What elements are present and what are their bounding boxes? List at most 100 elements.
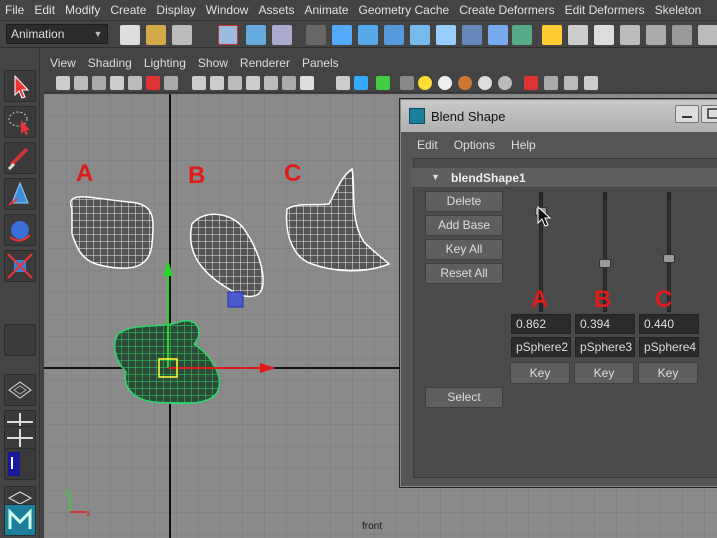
camera-icon[interactable] <box>56 76 70 90</box>
text-overlay-icon[interactable] <box>300 76 314 90</box>
snap-plane-icon[interactable] <box>410 25 430 45</box>
save-scene-icon[interactable] <box>172 25 192 45</box>
menu-set-select[interactable]: Animation ▼ <box>6 24 108 44</box>
window-menu-edit[interactable]: Edit <box>409 136 446 154</box>
rotate-tool-icon[interactable] <box>4 214 36 246</box>
graph-editor-layout-icon[interactable] <box>4 448 36 480</box>
construction-icon[interactable] <box>488 25 508 45</box>
snap-curve-icon[interactable] <box>358 25 378 45</box>
blend-shape-window[interactable]: Blend Shape Edit Options Help ▼ blendSha… <box>400 99 717 487</box>
panel-menu-panels[interactable]: Panels <box>296 56 345 70</box>
last-tool-icon[interactable] <box>4 324 36 356</box>
weight-value-field-c[interactable]: 0.440 <box>639 314 699 334</box>
menu-edit[interactable]: Edit <box>29 0 60 20</box>
shadows-icon[interactable] <box>282 76 296 90</box>
hypershade-icon[interactable] <box>672 25 692 45</box>
camera-gate-icon[interactable] <box>544 76 558 90</box>
image-plane-icon[interactable] <box>110 76 124 90</box>
target-name-field-a[interactable]: pSphere2 <box>511 337 571 357</box>
lasso-tool-icon[interactable] <box>4 106 36 138</box>
anti-alias-icon[interactable] <box>478 76 492 90</box>
isolate-select-icon[interactable] <box>336 76 350 90</box>
scale-tool-icon[interactable] <box>4 250 36 282</box>
target-name-field-c[interactable]: pSphere4 <box>639 337 699 357</box>
checker-icon[interactable] <box>400 76 414 90</box>
lock-selection-icon[interactable] <box>306 25 326 45</box>
wireframe-icon[interactable] <box>192 76 206 90</box>
select-tool-icon[interactable] <box>4 70 36 102</box>
lock-icon[interactable] <box>542 25 562 45</box>
select-hierarchy-icon[interactable] <box>218 25 238 45</box>
new-scene-icon[interactable] <box>120 25 140 45</box>
gate-mask-icon[interactable] <box>584 76 598 90</box>
depth-of-field-icon[interactable] <box>498 76 512 90</box>
window-titlebar[interactable]: Blend Shape <box>401 100 717 132</box>
menu-assets[interactable]: Assets <box>253 0 299 20</box>
weight-value-field-b[interactable]: 0.394 <box>575 314 635 334</box>
menu-file[interactable]: File <box>0 0 29 20</box>
key-button-a[interactable]: Key <box>510 362 570 384</box>
open-scene-icon[interactable] <box>146 25 166 45</box>
select-button[interactable]: Select <box>425 387 503 408</box>
menu-modify[interactable]: Modify <box>60 0 105 20</box>
bookmark-icon[interactable] <box>92 76 106 90</box>
key-button-b[interactable]: Key <box>574 362 634 384</box>
four-pane-layout-icon[interactable] <box>4 426 36 450</box>
weight-slider-thumb-c[interactable] <box>663 254 675 264</box>
select-component-icon[interactable] <box>272 25 292 45</box>
smooth-shade-icon[interactable] <box>210 76 224 90</box>
select-camera-icon[interactable] <box>524 76 538 90</box>
textured-icon[interactable] <box>246 76 260 90</box>
camera-attributes-icon[interactable] <box>74 76 88 90</box>
collapse-caret-icon[interactable]: ▼ <box>431 172 440 182</box>
ambient-occlusion-icon[interactable] <box>438 76 452 90</box>
weight-value-field-a[interactable]: 0.862 <box>511 314 571 334</box>
reset-all-button[interactable]: Reset All <box>425 263 503 284</box>
ipr-render-icon[interactable] <box>620 25 640 45</box>
panel-menu-view[interactable]: View <box>44 56 82 70</box>
window-menu-help[interactable]: Help <box>503 136 544 154</box>
target-name-field-b[interactable]: pSphere3 <box>575 337 635 357</box>
menu-edit-deformers[interactable]: Edit Deformers <box>560 0 650 20</box>
grease-pencil-icon[interactable] <box>146 76 160 90</box>
menu-animate[interactable]: Animate <box>299 0 353 20</box>
menu-skeleton[interactable]: Skeleton <box>650 0 707 20</box>
render-settings-icon[interactable] <box>646 25 666 45</box>
panel-menu-renderer[interactable]: Renderer <box>234 56 296 70</box>
two-d-pan-icon[interactable] <box>128 76 142 90</box>
menu-create[interactable]: Create <box>105 0 151 20</box>
help-icon[interactable] <box>512 25 532 45</box>
render-icon[interactable] <box>594 25 614 45</box>
key-all-button[interactable]: Key All <box>425 239 503 260</box>
maximize-button[interactable] <box>701 105 717 123</box>
channel-box-icon[interactable] <box>698 25 717 45</box>
grid-icon[interactable] <box>164 76 178 90</box>
move-tool-icon[interactable] <box>4 178 36 210</box>
key-button-c[interactable]: Key <box>638 362 698 384</box>
snap-point-icon[interactable] <box>384 25 404 45</box>
menu-geometry-cache[interactable]: Geometry Cache <box>354 0 455 20</box>
history-icon[interactable] <box>462 25 482 45</box>
render-region-icon[interactable] <box>568 25 588 45</box>
use-lights-icon[interactable] <box>264 76 278 90</box>
xray-joints-icon[interactable] <box>376 76 390 90</box>
delete-button[interactable]: Delete <box>425 191 503 212</box>
snap-surface-icon[interactable] <box>436 25 456 45</box>
paint-select-icon[interactable] <box>4 142 36 174</box>
minimize-button[interactable] <box>675 105 699 123</box>
resolution-gate-icon[interactable] <box>564 76 578 90</box>
wireframe-on-shaded-icon[interactable] <box>228 76 242 90</box>
add-base-button[interactable]: Add Base <box>425 215 503 236</box>
snap-grid-icon[interactable] <box>332 25 352 45</box>
motion-blur-icon[interactable] <box>458 76 472 90</box>
select-object-icon[interactable] <box>246 25 266 45</box>
blend-node-header[interactable]: ▼ blendShape1 <box>411 168 717 188</box>
window-menu-options[interactable]: Options <box>446 136 503 154</box>
menu-window[interactable]: Window <box>201 0 254 20</box>
menu-display[interactable]: Display <box>151 0 200 20</box>
xray-icon[interactable] <box>354 76 368 90</box>
single-pane-layout-icon[interactable] <box>4 374 36 406</box>
default-light-icon[interactable] <box>418 76 432 90</box>
menu-create-deformers[interactable]: Create Deformers <box>454 0 559 20</box>
panel-menu-lighting[interactable]: Lighting <box>138 56 192 70</box>
